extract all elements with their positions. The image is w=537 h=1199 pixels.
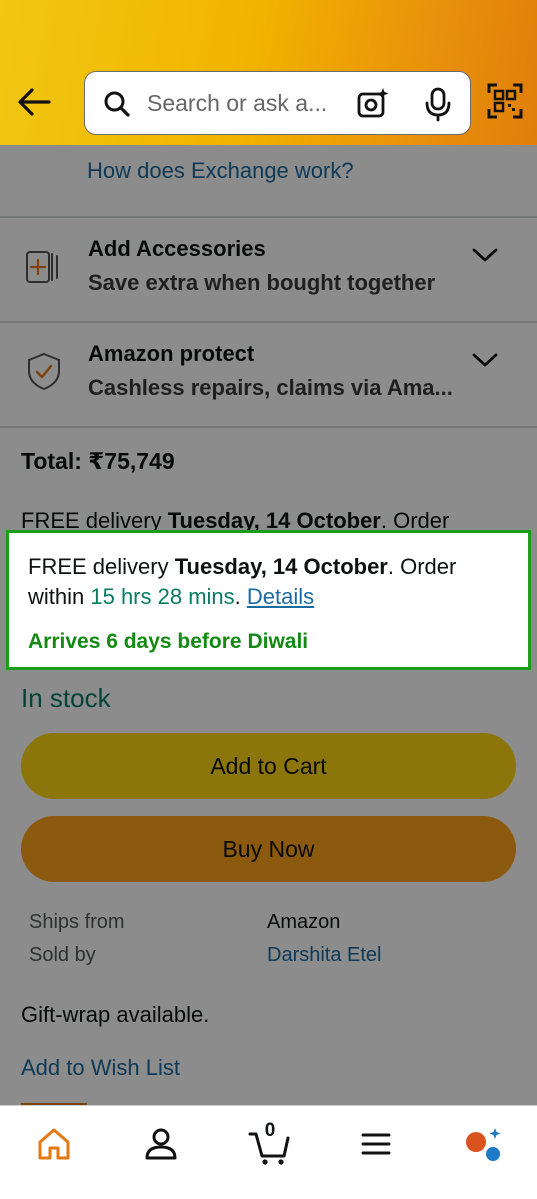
delivery-suffix: . Order xyxy=(387,554,457,579)
bottom-navigation: 0 xyxy=(0,1105,537,1199)
cart-button[interactable]: 0 xyxy=(248,1120,292,1165)
microphone-icon[interactable] xyxy=(423,86,453,122)
menu-icon[interactable] xyxy=(356,1124,396,1164)
qr-scanner-icon[interactable] xyxy=(486,82,524,120)
delivery-details-link[interactable]: Details xyxy=(247,584,314,609)
account-icon[interactable] xyxy=(141,1124,181,1164)
within-text: within xyxy=(28,584,91,609)
search-placeholder[interactable]: Search or ask a... xyxy=(147,90,337,117)
product-page: Search or ask a... How does Exchange wor… xyxy=(0,0,537,1199)
top-header: Search or ask a... xyxy=(0,0,537,145)
delivery-highlight-box: FREE delivery Tuesday, 14 October. Order… xyxy=(6,530,531,670)
delivery-line-1: FREE delivery Tuesday, 14 October. Order xyxy=(28,554,456,580)
camera-search-icon[interactable] xyxy=(355,86,391,122)
separator-text: . xyxy=(234,584,247,609)
delivery-prefix: FREE delivery xyxy=(28,554,175,579)
rufus-icon[interactable] xyxy=(462,1124,502,1164)
search-bar[interactable]: Search or ask a... xyxy=(84,71,471,135)
delivery-date: Tuesday, 14 October xyxy=(174,554,388,579)
arrives-before-diwali: Arrives 6 days before Diwali xyxy=(28,630,309,653)
arrow-left-icon xyxy=(18,88,51,116)
delivery-line-2: within 15 hrs 28 mins. Details xyxy=(28,584,314,610)
order-countdown: 15 hrs 28 mins xyxy=(90,584,235,609)
home-icon[interactable] xyxy=(34,1124,74,1164)
search-icon xyxy=(104,91,130,117)
cart-count-badge: 0 xyxy=(264,1120,276,1141)
back-button[interactable] xyxy=(14,82,54,122)
